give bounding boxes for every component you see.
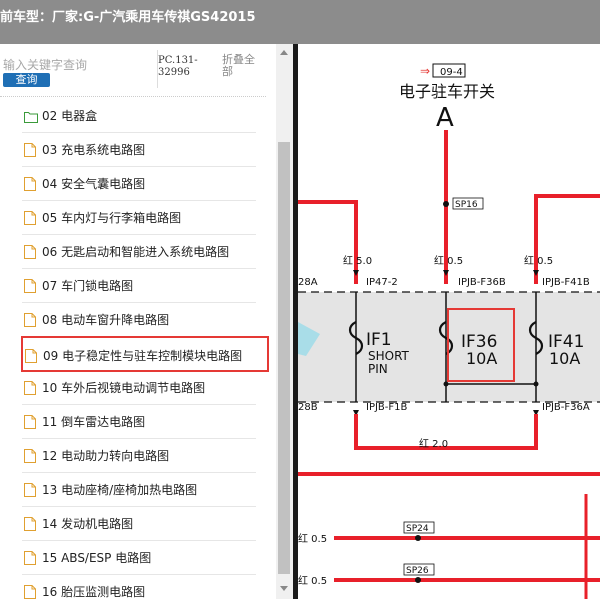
tree-item-label: 10 车外后视镜电动调节电路图 (42, 381, 206, 395)
splice-dot (415, 535, 421, 541)
wire-label: 红 0.5 (298, 532, 327, 545)
cut-label: 28B (298, 402, 318, 413)
document-icon (24, 550, 36, 565)
tree-item[interactable]: 04 安全气囊电路图 (22, 166, 256, 201)
tree-item-label: 13 电动座椅/座椅加热电路图 (42, 483, 198, 497)
tree-item[interactable]: 07 车门锁电路图 (22, 268, 256, 303)
scroll-up-icon[interactable] (280, 50, 288, 55)
pin-label: IP47-2 (366, 277, 398, 288)
document-icon (24, 312, 36, 327)
scroll-down-icon[interactable] (280, 586, 288, 591)
title-bar: 前车型：厂家:G-广汽乘用车传祺GS42015 (0, 0, 600, 44)
document-icon (24, 278, 36, 293)
folder-icon (24, 108, 38, 123)
document-icon (25, 348, 37, 363)
pin-arrow-icon (353, 270, 359, 276)
tree-item[interactable]: 14 发动机电路图 (22, 506, 256, 541)
splice-dot (415, 577, 421, 583)
tree-item[interactable]: 05 车内灯与行李箱电路图 (22, 200, 256, 235)
search-input[interactable] (3, 57, 153, 73)
collapse-all-link[interactable]: 折叠全部 (222, 54, 262, 78)
cut-label: 28A (298, 277, 318, 288)
fuse-rating: SHORT (368, 349, 410, 363)
document-icon (24, 414, 36, 429)
switch-title: 电子驻车开关 (399, 82, 495, 101)
scrollbar-thumb[interactable] (278, 142, 290, 574)
tree-item-label: 15 ABS/ESP 电路图 (42, 551, 152, 565)
document-icon (24, 210, 36, 225)
fuse-id: IF1 (366, 330, 392, 350)
wire-label: 红 5.0 (343, 254, 372, 267)
tree-item-label: 02 电器盒 (42, 109, 98, 123)
sidebar-scrollbar[interactable] (276, 44, 293, 599)
wiring-diagram-view[interactable]: ⇒ 09-4 电子驻车开关 A SP16 红 5.0 红 0.5 红 0.5 I… (298, 44, 600, 599)
splice-label: SP24 (406, 524, 429, 534)
fuse-rating: PIN (368, 362, 388, 376)
wire-label: 红 0.5 (434, 254, 463, 267)
tree-item-label: 06 无匙启动和智能进入系统电路图 (42, 245, 230, 259)
document-icon (24, 482, 36, 497)
wire-label: 红 0.5 (298, 574, 327, 587)
tree-item[interactable]: 15 ABS/ESP 电路图 (22, 540, 256, 575)
tree-item[interactable]: 03 充电系统电路图 (22, 132, 256, 167)
tree-item-label: 12 电动助力转向电路图 (42, 449, 170, 463)
wire-label: 红 2.0 (419, 437, 448, 450)
tree-item-label: 09 电子稳定性与驻车控制模块电路图 (43, 349, 243, 363)
document-icon (24, 584, 36, 599)
junction-dot (443, 381, 449, 387)
splice-dot (443, 201, 449, 207)
connector-letter: A (436, 103, 454, 133)
document-icon (24, 142, 36, 157)
document-icon (24, 448, 36, 463)
pin-label: IPJB-F41B (542, 277, 590, 288)
tree-item[interactable]: 10 车外后视镜电动调节电路图 (22, 370, 256, 405)
tree-item-label: 14 发动机电路图 (42, 517, 134, 531)
tree-item[interactable]: 16 胎压监测电路图 (22, 574, 256, 599)
tree-item-label: 08 电动车窗升降电路图 (42, 313, 170, 327)
wire-label: 红 0.5 (524, 254, 553, 267)
sidebar: 查询 PC.131-32996 折叠全部 02 电器盒 03 充电系统电路图 04 … (0, 44, 276, 599)
tree-item-label: 11 倒车雷达电路图 (42, 415, 146, 429)
tree-item[interactable]: 08 电动车窗升降电路图 (22, 302, 256, 337)
document-icon (24, 244, 36, 259)
fuse-rating: 10A (549, 349, 580, 368)
wiring-diagram: ⇒ 09-4 电子驻车开关 A SP16 红 5.0 红 0.5 红 0.5 I… (298, 63, 600, 599)
tree-item[interactable]: 02 电器盒 (22, 98, 256, 133)
splice-label: SP26 (406, 566, 429, 576)
tree-item[interactable]: 11 倒车雷达电路图 (22, 404, 256, 439)
tree-item-label: 07 车门锁电路图 (42, 279, 134, 293)
separator (0, 96, 266, 97)
pin-label: IPJB-F36B (458, 277, 506, 288)
pin-arrow-icon (443, 270, 449, 276)
wire (298, 200, 358, 284)
document-icon (24, 176, 36, 191)
document-icon (24, 516, 36, 531)
query-button[interactable]: 查询 (3, 73, 50, 87)
tree-item-label: 03 充电系统电路图 (42, 143, 146, 157)
fuse-rating: 10A (466, 349, 497, 368)
page-ref[interactable]: 09-4 (440, 67, 463, 78)
document-icon (24, 380, 36, 395)
document-code: PC.131-32996 (158, 55, 198, 78)
tree-item-label: 04 安全气囊电路图 (42, 177, 146, 191)
wire (534, 194, 600, 284)
tree-item[interactable]: 12 电动助力转向电路图 (22, 438, 256, 473)
tree-item[interactable]: 06 无匙启动和智能进入系统电路图 (22, 234, 256, 269)
vehicle-model-title: 前车型：厂家:G-广汽乘用车传祺GS42015 (0, 10, 256, 25)
tree-item-label: 16 胎压监测电路图 (42, 585, 146, 599)
tree-item-label: 05 车内灯与行李箱电路图 (42, 211, 182, 225)
splice-label: SP16 (455, 200, 478, 210)
pin-arrow-icon (533, 270, 539, 276)
pin-label: IPJB-F1B (366, 402, 408, 413)
junction-dot (533, 381, 539, 387)
tree-item[interactable]: 13 电动座椅/座椅加热电路图 (22, 472, 256, 507)
tree-item[interactable]: 09 电子稳定性与驻车控制模块电路图 (21, 336, 269, 372)
pin-label: IPJB-F36A (542, 402, 590, 413)
page-ref-arrow-icon: ⇒ (420, 64, 430, 78)
